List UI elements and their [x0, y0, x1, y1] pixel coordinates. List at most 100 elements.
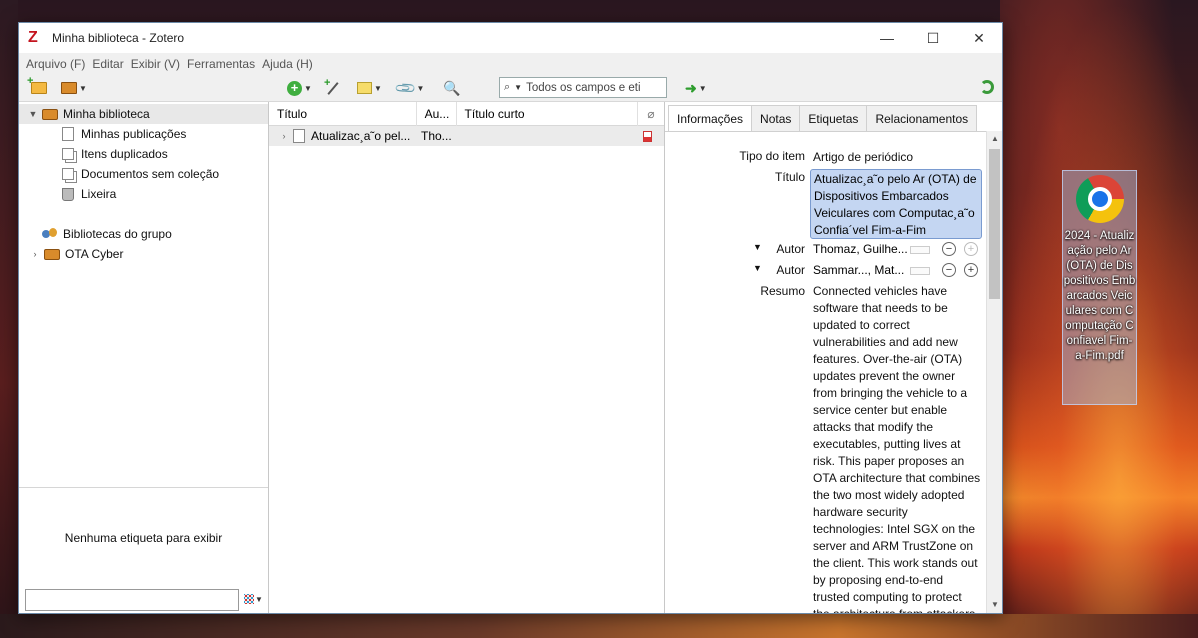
search-placeholder: Todos os campos e eti	[526, 81, 641, 94]
tree-item-ota-cyber[interactable]: › OTA Cyber	[19, 244, 268, 264]
title-bar: Z Minha biblioteca - Zotero — ☐ ✕	[19, 23, 1002, 53]
tree-item-duplicates[interactable]: Itens duplicados	[19, 144, 268, 164]
add-by-identifier-button[interactable]	[324, 77, 341, 98]
chevron-down-icon[interactable]: ▼	[753, 263, 762, 273]
sync-icon[interactable]	[980, 80, 994, 94]
swap-name-toggle[interactable]	[910, 246, 930, 254]
collections-pane: ▼ Minha biblioteca Minhas publicações It…	[19, 102, 269, 613]
add-attachment-button[interactable]: 📎 ▼	[393, 75, 425, 100]
chevron-down-icon[interactable]: ▼	[27, 109, 39, 119]
tree-item-unfiled[interactable]: Documentos sem coleção	[19, 164, 268, 184]
duplicates-icon	[62, 148, 74, 160]
column-author[interactable]: Au...	[417, 101, 457, 126]
column-title[interactable]: Título	[269, 101, 417, 126]
chrome-pdf-icon	[1075, 175, 1124, 223]
locate-button[interactable]: ➜ ▼	[685, 78, 707, 98]
scroll-down-icon[interactable]: ▼	[987, 597, 1003, 613]
tree-item-label: Lixeira	[81, 187, 117, 201]
abstract-field[interactable]: Connected vehicles have software that ne…	[813, 283, 981, 613]
field-label: Tipo do item	[739, 149, 805, 163]
chevron-right-icon[interactable]: ›	[277, 131, 291, 141]
desktop-background-bottom	[0, 614, 1198, 638]
tree-item-label: Bibliotecas do grupo	[63, 227, 172, 241]
new-collection-button[interactable]	[27, 75, 47, 98]
tab-tags[interactable]: Etiquetas	[799, 105, 868, 131]
title-field[interactable]: Atualizac¸a˜o pelo Ar (OTA) de Dispositi…	[810, 169, 982, 239]
chevron-down-icon[interactable]: ▼	[753, 242, 762, 252]
tree-item-label: Minhas publicações	[81, 127, 187, 141]
new-collection-icon	[27, 75, 47, 94]
search-input[interactable]: ⌕ ▼ Todos os campos e eti	[499, 77, 667, 98]
window-title: Minha biblioteca - Zotero	[52, 31, 185, 45]
library-icon	[42, 108, 58, 120]
new-note-button[interactable]: ▼	[357, 78, 382, 98]
desktop-background-left	[0, 0, 18, 638]
info-panel: Tipo do item Artigo de periódico Título …	[665, 131, 986, 613]
zotero-logo-icon: Z	[28, 29, 38, 46]
menu-editar[interactable]: Editar	[91, 57, 129, 71]
chevron-down-icon: ▼	[514, 83, 523, 92]
chevron-right-icon[interactable]: ›	[29, 249, 41, 259]
tree-item-group-libraries[interactable]: Bibliotecas do grupo	[19, 224, 268, 244]
cell-title: Atualizac¸a˜o pel...	[311, 129, 411, 143]
maximize-button[interactable]: ☐	[910, 23, 956, 53]
field-label: Título	[774, 170, 805, 184]
tree-item-my-publications[interactable]: Minhas publicações	[19, 124, 268, 144]
chevron-down-icon: ▼	[304, 83, 312, 93]
menu-ferramentas[interactable]: Ferramentas	[186, 57, 261, 71]
creator-name[interactable]: Thomaz, Guilhe...	[813, 242, 908, 256]
remove-creator-button[interactable]: −	[942, 263, 956, 277]
cell-author: Tho...	[421, 129, 452, 143]
field-label: Resumo	[760, 284, 805, 298]
item-type-value[interactable]: Artigo de periódico	[813, 149, 983, 166]
column-short-title[interactable]: Título curto	[457, 101, 639, 126]
note-icon	[357, 82, 372, 94]
items-header: Título Au... Título curto ⌀	[269, 101, 664, 126]
item-tabs: Informações Notas Etiquetas Relacionamen…	[668, 105, 978, 132]
collection-tree: ▼ Minha biblioteca Minhas publicações It…	[19, 102, 268, 264]
menu-ajuda[interactable]: Ajuda (H)	[261, 57, 319, 71]
paperclip-icon: ⌀	[647, 106, 655, 121]
menu-arquivo[interactable]: Arquivo (F)	[25, 57, 91, 71]
desktop-file-label: 2024 - Atualização pelo Ar (OTA) de Disp…	[1063, 230, 1136, 362]
main-panes: ▼ Minha biblioteca Minhas publicações It…	[19, 101, 1002, 613]
creator-type-label[interactable]: Autor	[776, 242, 805, 256]
tab-info[interactable]: Informações	[668, 105, 753, 132]
table-row[interactable]: › Atualizac¸a˜o pel... Tho...	[269, 126, 664, 146]
tree-item-my-library[interactable]: ▼ Minha biblioteca	[19, 104, 268, 124]
item-pane: Informações Notas Etiquetas Relacionamen…	[665, 102, 1002, 613]
advanced-search-button[interactable]: 🔍	[443, 78, 460, 98]
remove-creator-button[interactable]: −	[942, 242, 956, 256]
minimize-button[interactable]: —	[864, 23, 910, 53]
magic-wand-icon	[324, 77, 341, 96]
tab-notes[interactable]: Notas	[751, 105, 801, 131]
add-creator-button[interactable]: +	[964, 263, 978, 277]
menu-exibir[interactable]: Exibir (V)	[130, 57, 186, 71]
tag-selector: Nenhuma etiqueta para exibir ▼	[19, 487, 268, 613]
scrollbar-thumb[interactable]	[989, 149, 1000, 299]
tag-filter-input[interactable]	[25, 589, 239, 611]
pdf-attachment-icon[interactable]	[643, 131, 652, 142]
plus-circle-icon: +	[287, 80, 302, 96]
creator-type-label[interactable]: Autor	[776, 263, 805, 277]
close-button[interactable]: ✕	[956, 23, 1002, 53]
new-library-button[interactable]: ▼	[61, 78, 87, 98]
paperclip-icon: 📎	[393, 75, 418, 100]
creator-name[interactable]: Sammar..., Mat...	[813, 263, 904, 277]
tag-grid-icon	[244, 594, 254, 604]
desktop-file-icon[interactable]: 2024 - Atualização pelo Ar (OTA) de Disp…	[1062, 170, 1137, 405]
scroll-up-icon[interactable]: ▲	[987, 131, 1003, 147]
swap-name-toggle[interactable]	[910, 267, 930, 275]
column-attachments[interactable]: ⌀	[638, 102, 664, 126]
new-item-button[interactable]: + ▼	[287, 78, 312, 98]
add-creator-button[interactable]: +	[964, 242, 978, 256]
tab-related[interactable]: Relacionamentos	[866, 105, 978, 131]
items-pane: Título Au... Título curto ⌀ › Atualizac¸…	[269, 101, 665, 613]
tag-actions-button[interactable]: ▼	[244, 592, 266, 606]
arrow-right-icon: ➜	[685, 79, 697, 96]
chevron-down-icon: ▼	[698, 83, 707, 93]
tree-item-trash[interactable]: Lixeira	[19, 184, 268, 204]
item-pane-scrollbar[interactable]: ▲ ▼	[986, 131, 1002, 613]
search-icon: 🔍	[443, 79, 461, 96]
search-mode-icon: ⌕	[504, 81, 511, 93]
